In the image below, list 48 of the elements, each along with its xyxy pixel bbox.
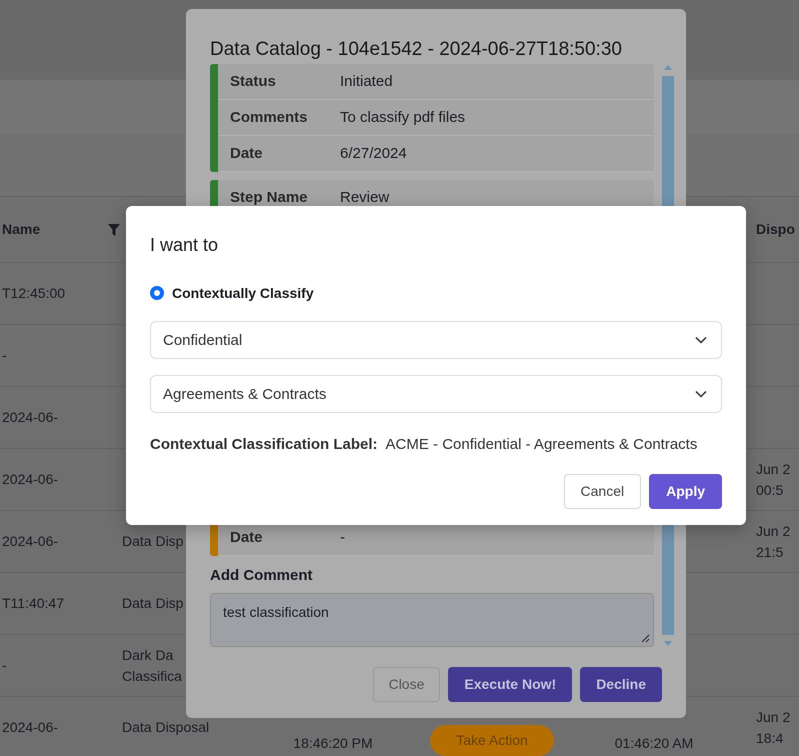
modal-button[interactable]: Decline <box>580 667 662 702</box>
radio-button[interactable] <box>150 286 164 300</box>
table-cell-text: 2024-06- <box>2 470 58 489</box>
filter-icon[interactable] <box>108 224 120 236</box>
modal-button[interactable]: Execute Now! <box>448 667 572 702</box>
comment-field[interactable]: test classification <box>210 592 654 647</box>
field-label: Date <box>230 527 264 548</box>
apply-button[interactable]: Apply <box>649 474 722 508</box>
table-cell-text: Data Disp <box>122 594 184 613</box>
table-cell-text: 01:46:20 AM <box>614 734 694 753</box>
table-cell-text: Dark Da Classifica <box>122 646 182 686</box>
column-header: Dispo <box>756 220 795 239</box>
field-label: Comments <box>230 107 309 128</box>
table-cell-text: Jun 2 00:5 <box>756 460 790 500</box>
table-cell-text: 2024-06- <box>2 718 58 737</box>
field-value: - <box>340 527 346 548</box>
option-label[interactable]: Contextually Classify <box>172 282 314 304</box>
resize-handle-icon[interactable] <box>641 634 650 643</box>
table-cell-text: - <box>2 656 7 675</box>
field-value: Review <box>340 187 390 208</box>
modal-title: Data Catalog - 104e1542 - 2024-06-27T18:50:30 <box>209 37 623 61</box>
table-cell-text: - <box>2 346 7 365</box>
classification-label: Contextual Classification Label: <box>150 435 378 452</box>
table-cell-text: Jun 2 21:5 <box>756 522 790 562</box>
dialog-title: I want to <box>150 234 220 257</box>
dropdown-field[interactable]: Agreements & Contracts <box>150 375 722 413</box>
cancel-button[interactable]: Cancel <box>564 474 642 508</box>
table-cell-text: 2024-06- <box>2 408 58 427</box>
dropdown-field[interactable]: Confidential <box>150 321 722 359</box>
field-label: Step Name <box>230 187 309 208</box>
chevron-down-icon <box>695 336 707 344</box>
table-cell-text: 2024-06- <box>2 532 58 551</box>
table-cell-text: Jun 2 18:4 <box>756 708 790 748</box>
table-cell-text: Data Disposal <box>122 718 210 737</box>
table-cell-text: Data Disp <box>122 532 184 551</box>
modal-button[interactable]: Close <box>372 667 440 702</box>
field-value: 6/27/2024 <box>340 143 408 164</box>
field-value: Initiated <box>340 71 394 92</box>
column-header: Name <box>2 220 40 239</box>
table-cell-text: 18:46:20 PM <box>293 734 373 753</box>
field-label: Status <box>230 71 277 92</box>
comment-label: Add Comment <box>210 565 314 585</box>
table-cell-text: T12:45:00 <box>2 284 66 303</box>
field-value: To classify pdf files <box>340 107 466 128</box>
table-cell-text: T11:40:47 <box>2 594 64 613</box>
chevron-down-icon <box>695 390 707 398</box>
field-label: Date <box>230 143 264 164</box>
classification-value: ACME - Confidential - Agreements & Contracts <box>386 435 698 452</box>
